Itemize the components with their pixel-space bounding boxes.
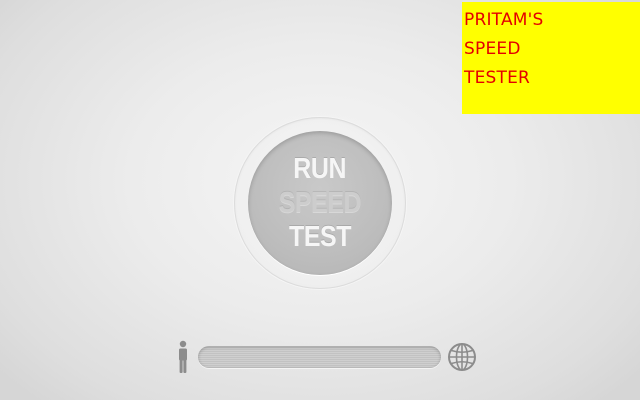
button-label-run: RUN <box>293 153 347 185</box>
brand-line-1: PRITAM'S <box>464 10 544 30</box>
progress-bar <box>198 346 441 368</box>
run-speed-test-button[interactable]: RUN SPEED TEST <box>248 131 392 275</box>
brand-line-2: SPEED <box>464 39 521 59</box>
button-label-speed: SPEED <box>278 187 362 219</box>
brand-banner: PRITAM'S SPEED TESTER <box>462 2 640 114</box>
button-label-test: TEST <box>288 221 352 253</box>
brand-line-3: TESTER <box>464 68 531 88</box>
globe-icon <box>448 343 476 371</box>
person-icon <box>179 340 187 373</box>
